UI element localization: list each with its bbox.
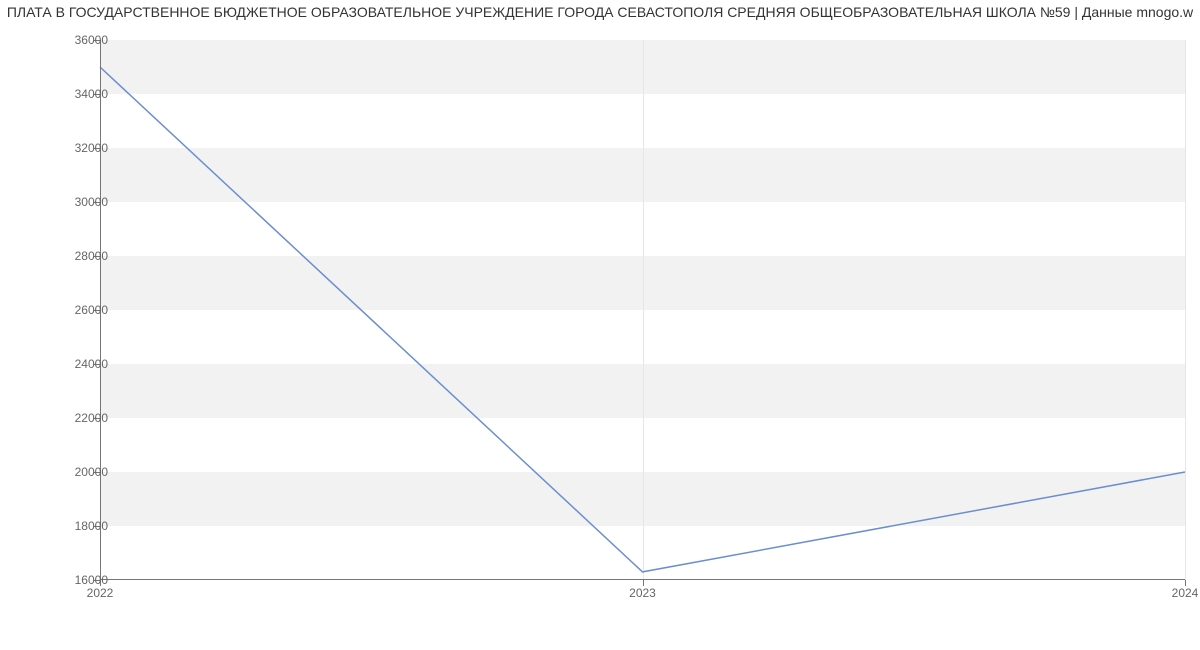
y-tick-label: 34000 — [48, 87, 108, 101]
series-polyline — [100, 67, 1185, 572]
y-tick-label: 16000 — [48, 573, 108, 587]
plot-area — [100, 40, 1185, 580]
y-tick-label: 24000 — [48, 357, 108, 371]
chart-title: ПЛАТА В ГОСУДАРСТВЕННОЕ БЮДЖЕТНОЕ ОБРАЗО… — [0, 4, 1200, 20]
x-tick-label: 2022 — [87, 586, 114, 600]
y-tick-label: 18000 — [48, 519, 108, 533]
y-tick-label: 32000 — [48, 141, 108, 155]
grid-line-vertical — [1185, 40, 1186, 580]
y-tick-label: 30000 — [48, 195, 108, 209]
chart-container: ПЛАТА В ГОСУДАРСТВЕННОЕ БЮДЖЕТНОЕ ОБРАЗО… — [0, 0, 1200, 650]
y-tick-label: 36000 — [48, 33, 108, 47]
y-tick-label: 26000 — [48, 303, 108, 317]
y-tick-label: 22000 — [48, 411, 108, 425]
x-tick-label: 2024 — [1172, 586, 1199, 600]
line-series — [100, 40, 1185, 580]
y-tick-label: 20000 — [48, 465, 108, 479]
x-tick-label: 2023 — [629, 586, 656, 600]
y-tick-label: 28000 — [48, 249, 108, 263]
